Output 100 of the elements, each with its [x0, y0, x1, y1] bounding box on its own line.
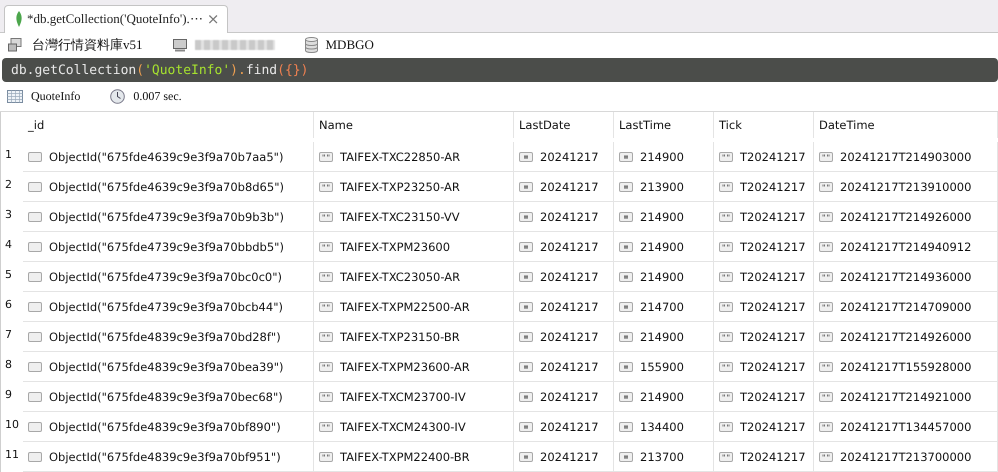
- cell-value: T20241217: [740, 300, 806, 314]
- hash-icon: [619, 362, 633, 372]
- cell-value: 214900: [640, 210, 684, 224]
- quotes-icon: [719, 302, 733, 312]
- quotes-icon: [819, 182, 833, 192]
- row-number: 3: [4, 207, 13, 223]
- cell-value: T20241217: [740, 420, 806, 434]
- cell-value: 20241217: [540, 330, 599, 344]
- cell-value: ObjectId("675fde4839c9e3f9a70bec68"): [49, 390, 283, 404]
- quotes-icon: [819, 212, 833, 222]
- row-number: 10: [4, 417, 20, 433]
- quotes-icon: [319, 182, 333, 192]
- object-icon: [28, 212, 42, 222]
- cell-value: ObjectId("675fde4739c9e3f9a70bbdb5"): [49, 240, 284, 254]
- query-editor[interactable]: db.getCollection('QuoteInfo').find({}): [2, 58, 998, 82]
- column-header[interactable]: DateTime: [814, 112, 998, 138]
- cell-value: 20241217T214926000: [840, 330, 972, 344]
- cell-value: 214900: [640, 150, 684, 164]
- cell-value: 20241217: [540, 360, 599, 374]
- cell-value: T20241217: [740, 360, 806, 374]
- quotes-icon: [319, 422, 333, 432]
- quotes-icon: [319, 212, 333, 222]
- tab-title: *db.getCollection('QuoteInfo').⋯: [27, 11, 203, 28]
- cell-value: 20241217: [540, 270, 599, 284]
- hash-icon: [619, 212, 633, 222]
- cell-value: 20241217: [540, 240, 599, 254]
- cell-value: 213700: [640, 450, 684, 464]
- quotes-icon: [319, 302, 333, 312]
- cell-value: 214900: [640, 390, 684, 404]
- object-icon: [28, 182, 42, 192]
- leaf-icon: [15, 11, 23, 28]
- hash-icon: [519, 302, 533, 312]
- cell-value: T20241217: [740, 450, 806, 464]
- hash-icon: [619, 332, 633, 342]
- quotes-icon: [719, 152, 733, 162]
- cell-value: TAIFEX-TXPM23600: [340, 240, 450, 254]
- cell-value: 20241217: [540, 180, 599, 194]
- cell-value: 214900: [640, 330, 684, 344]
- quotes-icon: [719, 452, 733, 462]
- quotes-icon: [819, 242, 833, 252]
- column-header[interactable]: Tick: [714, 112, 814, 138]
- quotes-icon: [719, 362, 733, 372]
- monitor-icon: [172, 38, 186, 52]
- cell-value: T20241217: [740, 330, 806, 344]
- cell-value: ObjectId("675fde4839c9e3f9a70bea39"): [49, 360, 284, 374]
- collection-name: QuoteInfo: [31, 89, 80, 104]
- cell-value: TAIFEX-TXPM23600-AR: [340, 360, 470, 374]
- database-name: MDBGO: [326, 37, 374, 54]
- cell-value: 20241217T155928000: [840, 360, 972, 374]
- quotes-icon: [319, 452, 333, 462]
- quotes-icon: [719, 272, 733, 282]
- cell-value: TAIFEX-TXP23150-BR: [340, 330, 460, 344]
- object-icon: [28, 242, 42, 252]
- query-tab[interactable]: *db.getCollection('QuoteInfo').⋯ ×: [4, 4, 228, 33]
- cell-value: ObjectId("675fde4839c9e3f9a70bf951"): [49, 450, 281, 464]
- object-icon: [28, 422, 42, 432]
- cell-value: 134400: [640, 420, 684, 434]
- row-number: 7: [4, 327, 13, 343]
- cell-value: 20241217T214936000: [840, 270, 972, 284]
- hash-icon: [619, 302, 633, 312]
- cell-value: ObjectId("675fde4639c9e3f9a70b7aa5"): [49, 150, 284, 164]
- row-number: 9: [4, 387, 13, 403]
- quotes-icon: [719, 422, 733, 432]
- cell-value: 20241217T214709000: [840, 300, 972, 314]
- computer-icon: [8, 38, 24, 52]
- hash-icon: [519, 272, 533, 282]
- hash-icon: [619, 272, 633, 282]
- cell-value: ObjectId("675fde4739c9e3f9a70bc0c0"): [49, 270, 282, 284]
- cell-value: 20241217: [540, 300, 599, 314]
- cell-value: TAIFEX-TXC23150-VV: [340, 210, 460, 224]
- cell-value: ObjectId("675fde4639c9e3f9a70b8d65"): [49, 180, 284, 194]
- cell-value: ObjectId("675fde4739c9e3f9a70b9b3b"): [49, 210, 284, 224]
- cell-value: TAIFEX-TXC23050-AR: [340, 270, 460, 284]
- object-icon: [28, 452, 42, 462]
- quotes-icon: [819, 452, 833, 462]
- hash-icon: [519, 182, 533, 192]
- cell-value: 20241217T213700000: [840, 450, 972, 464]
- hash-icon: [619, 152, 633, 162]
- row-number: 2: [4, 177, 13, 193]
- quotes-icon: [319, 152, 333, 162]
- hash-icon: [519, 212, 533, 222]
- row-number: 8: [4, 357, 13, 373]
- cell-value: T20241217: [740, 240, 806, 254]
- cell-value: 20241217: [540, 150, 599, 164]
- close-button[interactable]: ×: [206, 12, 220, 27]
- column-header[interactable]: Name: [314, 112, 514, 138]
- column-header[interactable]: LastTime: [614, 112, 714, 138]
- query-time: 0.007 sec.: [133, 89, 182, 104]
- hash-icon: [619, 422, 633, 432]
- row-number: 5: [4, 267, 13, 283]
- column-header[interactable]: _id: [23, 112, 314, 138]
- column-header[interactable]: LastDate: [514, 112, 614, 138]
- hash-icon: [619, 392, 633, 402]
- cell-value: T20241217: [740, 390, 806, 404]
- quotes-icon: [719, 242, 733, 252]
- quotes-icon: [819, 272, 833, 282]
- quotes-icon: [719, 182, 733, 192]
- quotes-icon: [319, 242, 333, 252]
- quotes-icon: [819, 152, 833, 162]
- cell-value: 214700: [640, 300, 684, 314]
